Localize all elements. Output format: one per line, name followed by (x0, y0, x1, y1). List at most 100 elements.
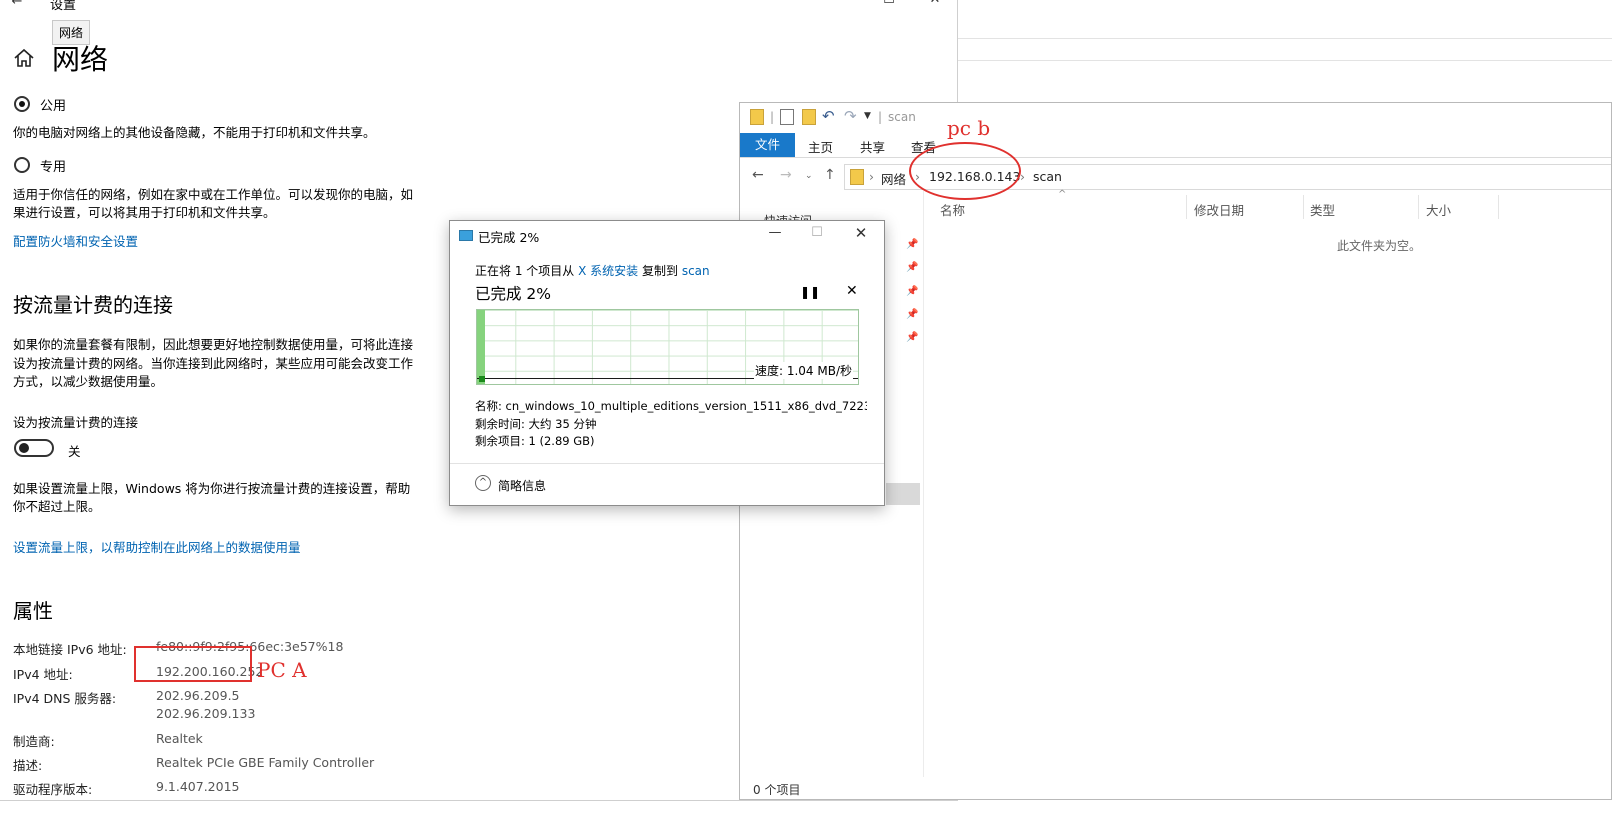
dialog-divider (450, 463, 884, 464)
folder-icon (750, 109, 764, 125)
redo-icon[interactable]: ↷ (844, 107, 857, 125)
firewall-link[interactable]: 配置防火墙和安全设置 (13, 231, 138, 250)
metered-description-line3: 方式，以减少数据使用量。 (13, 374, 164, 389)
pin-icon[interactable]: 📌 (906, 309, 918, 320)
up-arrow-icon[interactable]: ↑ (824, 167, 836, 183)
prop-description-label: 描述: (13, 758, 43, 773)
prop-driver-label: 驱动程序版本: (13, 782, 93, 797)
column-separator (1186, 195, 1187, 219)
public-radio[interactable] (14, 96, 30, 112)
back-arrow-icon[interactable]: ← (752, 167, 764, 183)
properties-heading: 属性 (13, 599, 53, 623)
private-description-line2: 果进行设置，可以将其用于打印机和文件共享。 (13, 205, 276, 220)
pin-icon[interactable]: 📌 (906, 332, 918, 343)
ribbon-tab-home[interactable]: 主页 (808, 137, 833, 156)
window-title: 设置 (50, 0, 77, 13)
forward-arrow-icon[interactable]: → (780, 167, 792, 183)
annotation-box-pc-a (134, 646, 252, 682)
prop-dns-value1: 202.96.209.5 (156, 688, 240, 703)
pause-button[interactable]: ❚❚ (800, 285, 820, 299)
maximize-button[interactable]: ☐ (802, 225, 832, 240)
items-remaining: 剩余项目: 1 (2.89 GB) (475, 434, 595, 448)
metered-toggle[interactable] (14, 439, 54, 457)
window-title: scan (888, 110, 916, 124)
metered-toggle-state: 关 (68, 444, 81, 459)
nav-selected-item[interactable] (886, 483, 920, 505)
time-remaining: 剩余时间: 大约 35 分钟 (475, 417, 597, 431)
chevron-up-icon[interactable]: ^ (475, 475, 491, 491)
annotation-pc-a: PC A (257, 658, 307, 682)
copy-source-link[interactable]: X 系统安装 (578, 264, 638, 278)
empty-folder-message: 此文件夹为空。 (1337, 239, 1422, 253)
prop-driver-value: 9.1.407.2015 (156, 779, 240, 794)
cancel-button[interactable]: ✕ (846, 283, 858, 299)
undo-icon[interactable]: ↶ (822, 107, 835, 125)
qat-dropdown-icon[interactable]: ▼ (864, 111, 871, 121)
prop-manufacturer-value: Realtek (156, 731, 203, 746)
column-date-modified[interactable]: 修改日期 (1194, 200, 1244, 219)
progress-heading: 已完成 2% (475, 285, 552, 303)
private-label: 专用 (40, 160, 67, 175)
progress-fill (477, 310, 485, 384)
metered-description-line2: 设为按流量计费的网络。当你连接到此网络时，某些应用可能会改变工作 (13, 356, 414, 371)
copy-prefix: 正在将 1 个项目从 (475, 264, 575, 278)
close-button[interactable]: ✕ (846, 224, 876, 242)
speed-graph: 速度: 1.04 MB/秒 (476, 309, 859, 385)
transfer-speed: 速度: 1.04 MB/秒 (753, 362, 853, 379)
ribbon-divider (740, 157, 1611, 158)
column-separator (1498, 195, 1499, 219)
maximize-button[interactable]: ☐ (874, 0, 904, 7)
copy-progress-dialog: 已完成 2% — ☐ ✕ 正在将 1 个项目从 X 系统安装 复制到 scan … (449, 220, 885, 506)
sort-ascending-icon: ^ (1058, 189, 1067, 200)
metered-toggle-label: 设为按流量计费的连接 (13, 415, 139, 430)
copy-destination-link[interactable]: scan (682, 264, 710, 278)
home-icon[interactable] (12, 46, 36, 70)
private-description-line1: 适用于你信任的网络，例如在家中或在工作单位。可以发现你的电脑，如 (13, 187, 414, 202)
column-separator (1303, 195, 1304, 219)
ribbon-tab-file[interactable]: 文件 (740, 133, 795, 157)
prop-ipv4-label: IPv4 地址: (13, 667, 73, 682)
column-name[interactable]: 名称 (940, 200, 965, 219)
prop-ipv6-label: 本地链接 IPv6 地址: (13, 642, 127, 657)
limit-description-line1: 如果设置流量上限，Windows 将为你进行按流量计费的连接设置，帮助 (13, 481, 411, 496)
prop-description-value: Realtek PCIe GBE Family Controller (156, 755, 375, 770)
metered-description-line1: 如果你的流量套餐有限制，因此想要更好地控制数据使用量，可将此连接 (13, 337, 414, 352)
column-separator (1418, 195, 1419, 219)
background-window-line (958, 38, 1612, 39)
metered-heading: 按流量计费的连接 (13, 293, 173, 317)
back-arrow-icon[interactable]: ← (2, 0, 32, 9)
network-folder-icon (850, 169, 864, 185)
prop-manufacturer-label: 制造商: (13, 734, 55, 749)
public-label: 公用 (40, 99, 67, 114)
pin-icon[interactable]: 📌 (906, 286, 918, 297)
less-details-button[interactable]: 简略信息 (498, 477, 546, 494)
public-description: 你的电脑对网络上的其他设备隐藏，不能用于打印机和文件共享。 (13, 125, 376, 140)
file-name: 名称: cn_windows_10_multiple_editions_vers… (475, 399, 867, 413)
progress-marker (479, 376, 485, 382)
limit-description-line2: 你不超过上限。 (13, 499, 101, 514)
private-radio[interactable] (14, 157, 30, 173)
column-size[interactable]: 大小 (1426, 200, 1451, 219)
status-bar-count: 0 个项目 (753, 783, 801, 797)
column-type[interactable]: 类型 (1310, 200, 1335, 219)
ribbon-tab-share[interactable]: 共享 (860, 137, 885, 156)
prop-dns-value2: 202.96.209.133 (156, 706, 256, 721)
recent-dropdown-icon[interactable]: ⌄ (805, 171, 813, 181)
breadcrumb-network[interactable]: 网络 (881, 169, 906, 188)
properties-icon[interactable] (780, 109, 794, 125)
annotation-pc-b: pc b (947, 116, 991, 140)
copy-description: 正在将 1 个项目从 X 系统安装 复制到 scan (475, 262, 710, 279)
dialog-title: 已完成 2% (478, 230, 540, 245)
minimize-button[interactable]: — (760, 225, 790, 240)
pin-icon[interactable]: 📌 (906, 262, 918, 273)
page-title: 网络 (52, 43, 109, 76)
breadcrumb-scan[interactable]: scan (1033, 169, 1062, 184)
data-limit-link[interactable]: 设置流量上限，以帮助控制在此网络上的数据使用量 (13, 537, 301, 556)
close-button[interactable]: ✕ (920, 0, 950, 7)
new-folder-icon[interactable] (802, 109, 816, 125)
minimize-button[interactable]: — (828, 0, 858, 7)
copy-middle: 复制到 (641, 264, 678, 278)
background-window-line (958, 60, 1612, 61)
annotation-ellipse-pc-b (909, 142, 1021, 200)
pin-icon[interactable]: 📌 (906, 239, 918, 250)
